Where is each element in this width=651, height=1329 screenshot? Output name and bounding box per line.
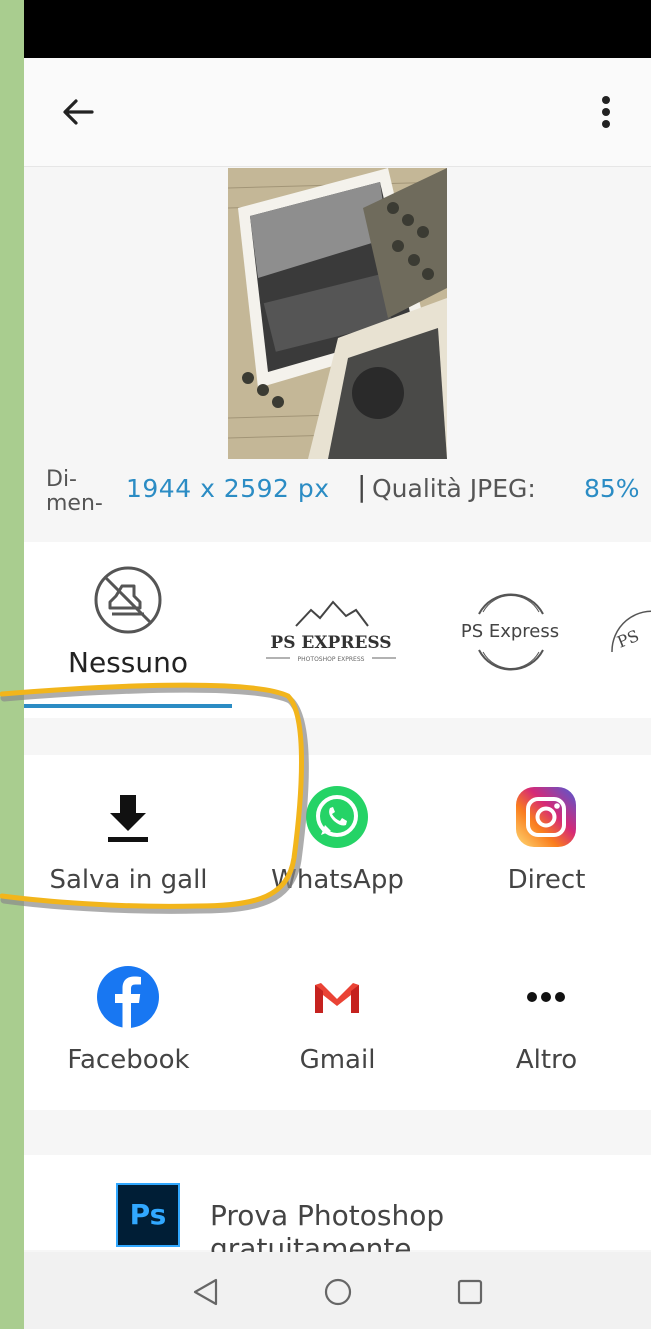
watermark-option-ps-express-logo[interactable]: PS EXPRESS PHOTOSHOP EXPRESS xyxy=(256,542,406,718)
back-arrow-icon[interactable] xyxy=(54,88,102,136)
watermark-selector: Nessuno PS EXPRESS PHOTOSHOP EXPRESS PS … xyxy=(24,542,651,718)
facebook-icon xyxy=(97,966,159,1028)
ps-partial-logo: PS xyxy=(611,610,651,653)
system-navigation-bar xyxy=(24,1252,651,1329)
image-preview xyxy=(228,168,447,459)
ps-express-logo: PS EXPRESS PHOTOSHOP EXPRESS xyxy=(266,600,396,663)
more-vertical-icon[interactable] xyxy=(590,88,622,136)
share-label-whatsapp: WhatsApp xyxy=(271,865,404,895)
share-label-gmail: Gmail xyxy=(299,1045,376,1075)
jpeg-quality-label: Qualità JPEG: xyxy=(372,474,536,503)
share-facebook[interactable]: Facebook xyxy=(24,935,233,1105)
download-icon xyxy=(108,795,148,842)
share-whatsapp[interactable]: WhatsApp xyxy=(233,755,442,925)
share-more[interactable]: Altro xyxy=(442,935,651,1105)
share-label-direct: Direct xyxy=(507,865,586,895)
watermark-option-ps-express-stamp[interactable]: PS Express xyxy=(439,542,579,718)
gmail-icon xyxy=(315,983,359,1013)
ps-express-logo-text: PS EXPRESS xyxy=(270,633,391,653)
app-bar xyxy=(24,58,651,167)
watermark-option-none[interactable]: Nessuno xyxy=(24,542,232,718)
more-horizontal-icon xyxy=(527,992,565,1002)
share-options-grid: Salva in gall WhatsApp Direct Facebook G… xyxy=(24,755,651,1110)
dimension-value: 1944 x 2592 px xyxy=(126,474,330,503)
share-save-to-gallery[interactable]: Salva in gall xyxy=(24,755,233,925)
photoshop-promo[interactable]: Ps Prova Photoshop gratuitamente xyxy=(24,1155,651,1265)
ps-express-stamp: PS Express xyxy=(461,593,559,671)
ps-express-stamp-text: PS Express xyxy=(461,621,559,642)
watermark-none-label: Nessuno xyxy=(68,646,188,679)
instagram-icon xyxy=(516,787,576,847)
info-separator: | xyxy=(357,470,367,503)
share-label-facebook: Facebook xyxy=(67,1045,190,1075)
ps-express-sub-text: PHOTOSHOP EXPRESS xyxy=(298,656,365,663)
share-label-save: Salva in gall xyxy=(49,865,208,895)
share-gmail[interactable]: Gmail xyxy=(233,935,442,1105)
phone-screen: Di- men- 1944 x 2592 px | Qualità JPEG: … xyxy=(24,0,651,1329)
no-stamp-icon xyxy=(94,566,162,634)
share-label-more: Altro xyxy=(515,1045,578,1075)
nav-home-icon[interactable] xyxy=(314,1268,362,1316)
nav-recents-icon[interactable] xyxy=(446,1268,494,1316)
selected-tab-indicator xyxy=(24,704,232,708)
status-bar xyxy=(24,0,651,58)
watermark-option-partial[interactable]: PS xyxy=(604,542,651,718)
photoshop-logo-icon: Ps xyxy=(116,1183,180,1247)
dimension-label: Di- men- xyxy=(46,467,103,516)
jpeg-quality-value[interactable]: 85% xyxy=(584,474,640,503)
share-instagram-direct[interactable]: Direct xyxy=(442,755,651,925)
whatsapp-icon xyxy=(306,786,368,848)
image-info-row: Di- men- 1944 x 2592 px | Qualità JPEG: … xyxy=(24,464,651,542)
nav-back-icon[interactable] xyxy=(182,1268,230,1316)
